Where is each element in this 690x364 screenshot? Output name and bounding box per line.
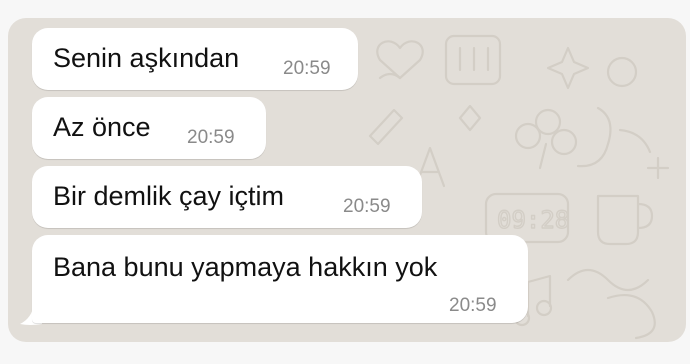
message-text: Bana bunu yapmaya hakkın yok xyxy=(53,252,438,282)
message-time: 20:59 xyxy=(449,295,497,316)
message-time: 20:59 xyxy=(187,127,235,148)
message-text: Az önce xyxy=(53,112,151,142)
message-time: 20:59 xyxy=(283,58,331,79)
message-bubble-3[interactable]: Bir demlik çay içtim 20:59 xyxy=(32,166,422,228)
message-time: 20:59 xyxy=(343,196,391,217)
chat-panel: 09:28 Senin aşkından 20:59 Az önce 20:59… xyxy=(8,18,686,342)
message-text: Bir demlik çay içtim xyxy=(53,181,285,211)
message-bubble-2[interactable]: Az önce 20:59 xyxy=(32,97,266,159)
svg-text:09:28: 09:28 xyxy=(497,206,569,234)
message-bubble-4[interactable]: Bana bunu yapmaya hakkın yok 20:59 xyxy=(32,235,528,323)
message-text: Senin aşkından xyxy=(53,43,240,73)
message-bubble-1[interactable]: Senin aşkından 20:59 xyxy=(32,28,358,90)
